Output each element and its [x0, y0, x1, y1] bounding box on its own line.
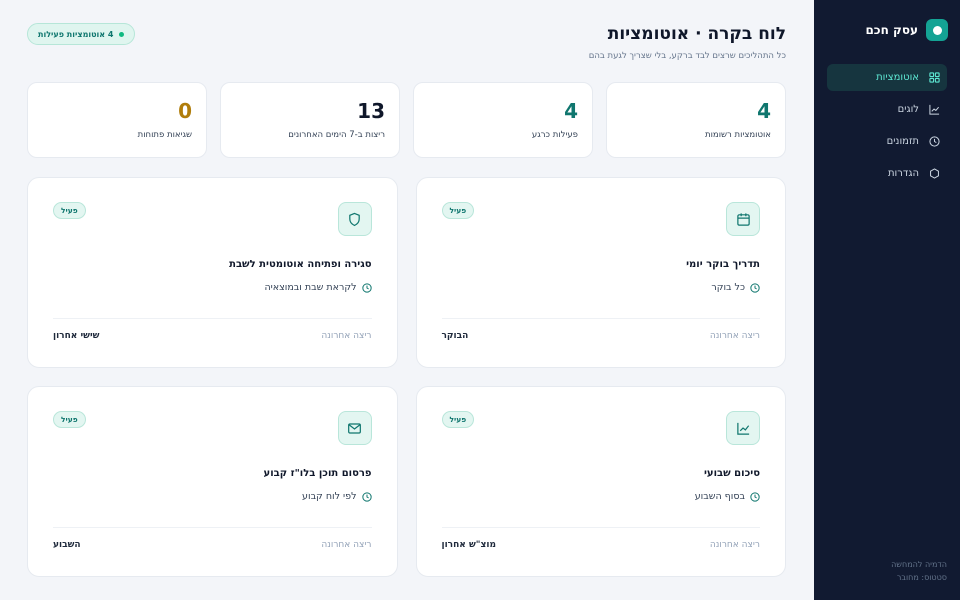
- automation-card-morning-briefing[interactable]: פעיל תדריך בוקר יומי כל בוקר ריצה אחרונה…: [415, 177, 786, 368]
- divider: [441, 318, 760, 319]
- connection-status: סטטוס: מחובר: [896, 573, 947, 582]
- status-badge: פעיל: [441, 411, 475, 428]
- stat-label: פעילות כרגע: [531, 130, 578, 140]
- stat-value: 4: [564, 99, 578, 123]
- stat-label: ריצות ב-7 הימים האחרונים: [288, 130, 385, 140]
- last-run-value: הבוקר: [441, 331, 469, 341]
- clock-icon: [929, 136, 940, 147]
- sidebar-item-logs[interactable]: לוגים: [827, 96, 947, 123]
- footer-note: הדמיה להמחשה: [891, 560, 947, 569]
- clock-icon: [361, 282, 372, 293]
- divider: [53, 527, 372, 528]
- last-run-value: שישי אחרון: [53, 331, 100, 341]
- calendar-icon: [726, 202, 760, 236]
- status-badge: פעיל: [441, 202, 475, 219]
- schedule-text: לקראת שבת ובמוצאיה: [264, 282, 357, 293]
- automation-card-content-publishing[interactable]: פעיל פרסום תוכן בלו"ז קבוע לפי לוח קבוע …: [27, 386, 398, 577]
- stat-card-registered: 4 אוטומציות רשומות: [606, 82, 786, 158]
- card-schedule: כל בוקר: [711, 282, 760, 293]
- schedule-text: בסוף השבוע: [694, 491, 745, 502]
- automation-card-weekly-summary[interactable]: פעיל סיכום שבועי בסוף השבוע ריצה אחרונה …: [415, 386, 786, 577]
- stat-label: אוטומציות רשומות: [705, 130, 771, 140]
- last-run-label: ריצה אחרונה: [709, 331, 760, 341]
- last-run-label: ריצה אחרונה: [321, 331, 372, 341]
- sidebar-item-automations[interactable]: אוטומציות: [827, 64, 947, 91]
- stat-label: שגיאות פתוחות: [137, 130, 192, 140]
- hexagon-icon: [930, 168, 939, 179]
- active-count-label: 4 אוטומציות פעילות: [38, 29, 114, 39]
- status-badge: פעיל: [53, 411, 86, 428]
- brand-logo-icon: [926, 19, 948, 41]
- last-run-value: מוצ"ש אחרון: [441, 540, 496, 550]
- divider: [53, 318, 372, 319]
- sidebar-item-settings[interactable]: הגדרות: [827, 160, 947, 187]
- automation-card-shabbat[interactable]: פעיל סגירה ופתיחה אוטומטית לשבת לקראת שב…: [27, 177, 398, 368]
- card-title: פרסום תוכן בלו"ז קבוע: [263, 468, 372, 479]
- brand-name: עסק חכם: [865, 23, 918, 37]
- card-schedule: בסוף השבוע: [695, 491, 760, 502]
- chart-line-icon: [726, 411, 760, 445]
- active-count-pill: 4 אוטומציות פעילות: [27, 23, 136, 45]
- automation-cards: פעיל תדריך בוקר יומי כל בוקר ריצה אחרונה…: [27, 177, 786, 577]
- main-content: לוח בקרה · אוטומציות כל התהליכים שרצים ל…: [27, 0, 786, 600]
- stat-value: 4: [757, 99, 771, 123]
- sidebar: עסק חכם אוטומציות לוגים תזמונים הגדרות ה…: [814, 0, 960, 600]
- last-run-value: השבוע: [53, 540, 81, 550]
- status-dot-icon: [119, 31, 125, 37]
- card-title: תדריך בוקר יומי: [686, 259, 760, 270]
- schedule-text: לפי לוח קבוע: [302, 491, 357, 502]
- sidebar-item-label: הגדרות: [887, 168, 919, 179]
- stat-card-active: 4 פעילות כרגע: [413, 82, 593, 158]
- clock-icon: [750, 282, 760, 293]
- clock-icon: [361, 491, 372, 502]
- page-title: לוח בקרה · אוטומציות: [607, 24, 786, 44]
- divider: [441, 527, 760, 528]
- sidebar-item-label: לוגים: [897, 104, 919, 115]
- status-badge: פעיל: [53, 202, 86, 219]
- clock-icon: [750, 491, 760, 502]
- sidebar-footer: הדמיה להמחשה סטטוס: מחובר: [891, 558, 947, 584]
- chart-line-icon: [929, 104, 940, 115]
- mail-icon: [337, 411, 372, 445]
- stat-card-runs: 13 ריצות ב-7 הימים האחרונים: [220, 82, 400, 158]
- page-subtitle: כל התהליכים שרצים לבד ברקע, בלי שצריך לג…: [588, 51, 786, 61]
- stat-value: 13: [357, 99, 385, 123]
- sidebar-nav: אוטומציות לוגים תזמונים הגדרות: [827, 64, 947, 190]
- last-run-label: ריצה אחרונה: [709, 540, 760, 550]
- stat-card-errors: 0 שגיאות פתוחות: [27, 82, 207, 158]
- last-run-label: ריצה אחרונה: [321, 540, 372, 550]
- brand[interactable]: עסק חכם: [827, 17, 948, 43]
- sidebar-item-label: אוטומציות: [876, 72, 919, 83]
- card-title: סיכום שבועי: [703, 468, 760, 479]
- schedule-text: כל בוקר: [711, 282, 745, 293]
- card-title: סגירה ופתיחה אוטומטית לשבת: [229, 259, 372, 270]
- sidebar-item-label: תזמונים: [886, 136, 919, 147]
- stat-value: 0: [178, 99, 192, 123]
- card-schedule: לפי לוח קבוע: [302, 491, 372, 502]
- grid-icon: [929, 72, 940, 83]
- sidebar-item-schedules[interactable]: תזמונים: [827, 128, 947, 155]
- stats-row: 4 אוטומציות רשומות 4 פעילות כרגע 13 ריצו…: [27, 82, 786, 158]
- card-schedule: לקראת שבת ובמוצאיה: [264, 282, 372, 293]
- shield-icon: [337, 202, 372, 236]
